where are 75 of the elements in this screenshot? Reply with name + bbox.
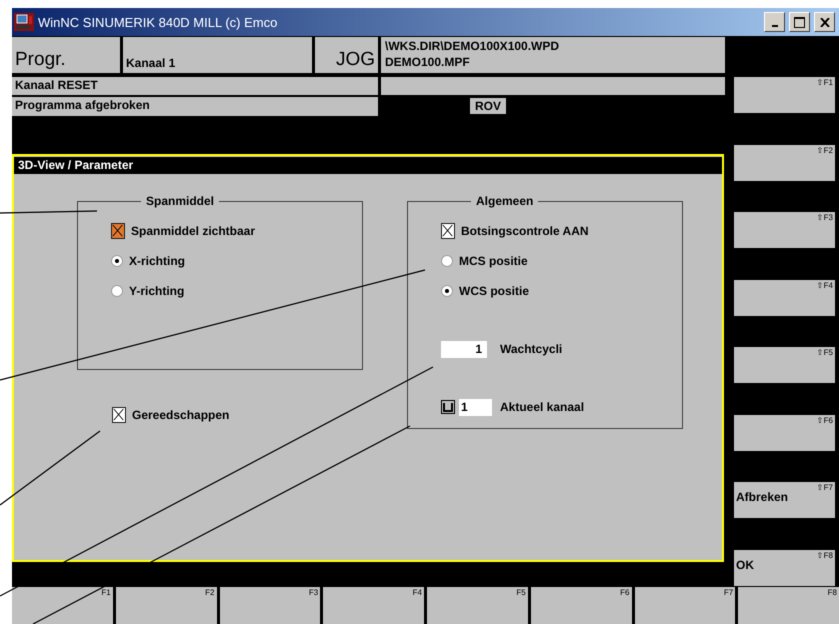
softkey[interactable]: F1 (12, 587, 113, 624)
softkey[interactable]: F3 (220, 587, 320, 624)
softkey[interactable]: ⇧F6 (734, 414, 835, 450)
radio-button[interactable] (111, 255, 123, 267)
softkey[interactable]: F6 (530, 587, 632, 624)
key-label: ⇧F5 (816, 348, 833, 357)
key-label: ⇧F6 (816, 416, 833, 424)
path-text: \WKS.DIR\DEMO100X100.WPD (385, 38, 560, 54)
checkbox-row[interactable]: Botsingscontrole AAN (441, 216, 682, 246)
softkey[interactable]: F4 (323, 587, 424, 624)
radio-label: WCS positie (459, 284, 530, 298)
area-label: Progr. (12, 37, 120, 73)
override-indicator: ROV (470, 98, 506, 114)
key-label: ⇧F2 (816, 146, 833, 154)
minimize-button[interactable] (764, 12, 785, 32)
program-name: DEMO100.MPF (385, 54, 471, 70)
key-label: ⇧F7 (816, 483, 833, 492)
softkey[interactable]: ⇧F5 (734, 347, 835, 383)
program-status: Programma afgebroken (12, 97, 378, 116)
group-title: Algemeen (475, 194, 534, 208)
softkey[interactable]: ⇧F7 Afbreken (734, 482, 835, 518)
softkey-label: OK (736, 558, 755, 572)
maximize-icon (794, 16, 805, 28)
mode-label: JOG (315, 37, 378, 73)
softkey[interactable]: ⇧F2 (734, 144, 835, 180)
checkbox-label: Botsingscontrole AAN (461, 224, 589, 238)
field-label: Aktueel kanaal (500, 400, 584, 414)
radio-label: MCS positie (459, 254, 528, 268)
channel-status: Kanaal RESET (12, 77, 378, 95)
key-label: F4 (412, 588, 422, 597)
close-button[interactable] (814, 12, 835, 32)
checkbox[interactable] (112, 407, 126, 423)
softkey-label: Afbreken (736, 490, 790, 504)
key-label: F3 (308, 588, 318, 597)
dialog-title: 3D-View / Parameter (14, 157, 722, 174)
field-label: Wachtcycli (500, 342, 562, 356)
key-label: F5 (516, 588, 526, 597)
checkbox[interactable] (111, 223, 125, 239)
softkey[interactable]: ⇧F4 (734, 280, 835, 316)
softkey[interactable]: F8 (738, 587, 839, 624)
key-label: F1 (101, 588, 111, 597)
checkbox-row[interactable]: Spanmiddel zichtbaar (111, 216, 362, 246)
softkey[interactable]: F2 (116, 587, 216, 624)
window-title: WinNC SINUMERIK 840D MILL (c) Emco (38, 14, 278, 30)
input-field[interactable]: 1 (459, 398, 492, 416)
maximize-button[interactable] (789, 12, 810, 32)
toggle-icon[interactable] (441, 400, 455, 414)
radio-label: X-richting (129, 254, 185, 268)
key-label: F8 (828, 588, 837, 597)
radio-button[interactable] (441, 255, 453, 267)
key-label: ⇧F4 (816, 280, 833, 290)
key-label: F2 (205, 588, 214, 597)
softkey[interactable]: ⇧F8 OK (734, 550, 835, 586)
input-field[interactable]: 1 (441, 340, 487, 358)
channel-label: Kanaal 1 (123, 37, 312, 73)
softkey[interactable]: ⇧F1 (734, 77, 835, 113)
close-icon (820, 18, 830, 26)
key-label: ⇧F1 (816, 78, 833, 87)
softkey[interactable]: F7 (634, 587, 736, 624)
key-label: F6 (620, 588, 630, 597)
checkbox[interactable] (441, 223, 455, 239)
softkey[interactable]: ⇧F3 (734, 212, 835, 248)
checkbox-label: Gereedschappen (132, 408, 230, 422)
checkbox-row[interactable]: Gereedschappen (112, 400, 363, 430)
key-label: F7 (724, 588, 734, 597)
radio-button[interactable] (441, 285, 453, 297)
group-title: Spanmiddel (145, 194, 216, 208)
checkbox-label: Spanmiddel zichtbaar (131, 224, 256, 238)
key-label: ⇧F8 (816, 550, 833, 560)
key-label: ⇧F3 (816, 213, 833, 222)
minimize-icon (772, 24, 778, 26)
softkey[interactable]: F5 (427, 587, 528, 624)
radio-label: Y-richting (129, 284, 184, 298)
app-icon (14, 13, 34, 31)
radio-button[interactable] (111, 285, 123, 297)
